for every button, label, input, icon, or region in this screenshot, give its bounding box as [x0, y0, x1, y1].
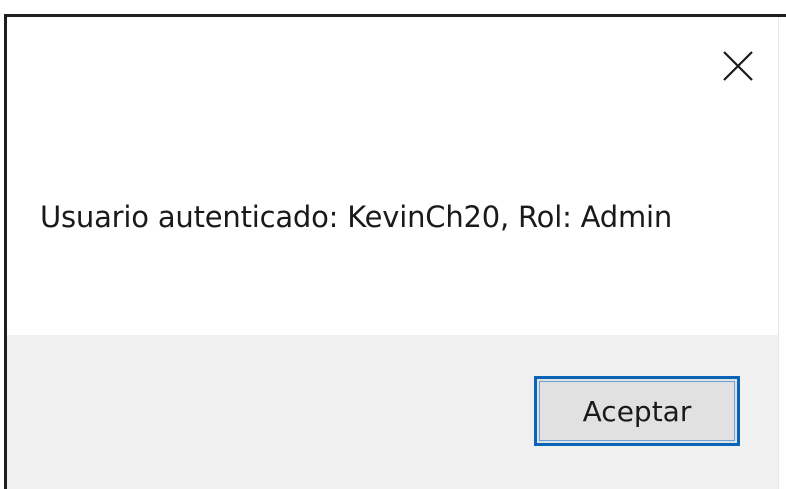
- window-border-left: [4, 14, 7, 489]
- dialog-content: [7, 17, 778, 335]
- accept-button-label: Aceptar: [582, 394, 692, 428]
- window-border-right: [778, 17, 786, 489]
- accept-button[interactable]: Aceptar: [534, 376, 740, 446]
- message-dialog: Usuario autenticado: KevinCh20, Rol: Adm…: [0, 0, 786, 489]
- window-border-top: [4, 14, 786, 17]
- close-icon: [723, 51, 753, 81]
- dialog-message: Usuario autenticado: KevinCh20, Rol: Adm…: [40, 200, 673, 234]
- close-button[interactable]: [712, 40, 764, 92]
